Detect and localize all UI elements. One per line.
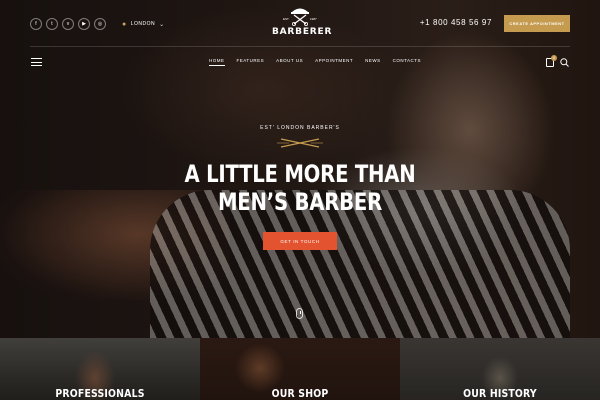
barber-logo-icon: EST 1987 xyxy=(283,8,317,26)
card-our-shop[interactable]: OUR SHOP xyxy=(200,338,400,400)
shopping-bag-icon[interactable]: 0 xyxy=(546,55,557,67)
phone-number[interactable]: +1 800 458 56 97 xyxy=(420,18,492,27)
social-links: f t v ▶ ◎ xyxy=(30,18,106,30)
get-in-touch-button[interactable]: GET IN TOUCH xyxy=(263,232,337,250)
feature-cards: PROFESSIONALS OUR SHOP OUR HISTORY xyxy=(0,338,600,400)
card-title: OUR HISTORY xyxy=(463,387,537,400)
hero-headline: A LITTLE MORE THAN MEN’S BARBER xyxy=(54,160,546,216)
scroll-mouse-icon[interactable] xyxy=(296,308,303,319)
hero-eyebrow: EST' LONDON BARBER'S xyxy=(260,125,340,131)
nav-item-about-us[interactable]: ABOUT US xyxy=(276,58,303,66)
nav-item-features[interactable]: FEATURES xyxy=(237,58,265,66)
cart-count-badge: 0 xyxy=(551,55,557,61)
nav-item-home[interactable]: HOME xyxy=(209,58,225,66)
card-title: OUR SHOP xyxy=(271,387,329,400)
hamburger-menu-icon[interactable] xyxy=(31,58,42,66)
logo-small-left: EST xyxy=(283,17,289,21)
crossed-razor-icon xyxy=(277,138,323,148)
card-title: PROFESSIONALS xyxy=(55,387,145,400)
twitter-icon[interactable]: t xyxy=(46,18,58,30)
card-professionals[interactable]: PROFESSIONALS xyxy=(0,338,200,400)
youtube-icon[interactable]: ▶ xyxy=(78,18,90,30)
main-nav: HOME FEATURES ABOUT US APPOINTMENT NEWS … xyxy=(209,58,421,66)
instagram-icon[interactable]: ◎ xyxy=(94,18,106,30)
hero-headline-line-2: MEN’S BARBER xyxy=(217,188,383,216)
site-logo[interactable]: EST 1987 BARBERER xyxy=(272,6,333,37)
nav-item-news[interactable]: NEWS xyxy=(365,58,381,66)
hero-headline-line-1: A LITTLE MORE THAN xyxy=(184,160,416,188)
map-pin-icon: ● xyxy=(122,20,127,28)
card-our-history[interactable]: OUR HISTORY xyxy=(400,338,600,400)
location-selector[interactable]: ● LONDON ⌄ xyxy=(122,21,165,28)
create-appointment-button[interactable]: CREATE APPOINTMENT xyxy=(504,15,570,32)
header-divider xyxy=(30,46,570,47)
logo-small-right: 1987 xyxy=(310,17,317,21)
search-icon[interactable] xyxy=(560,58,569,67)
facebook-icon[interactable]: f xyxy=(30,18,42,30)
nav-item-contacts[interactable]: CONTACTS xyxy=(393,58,421,66)
nav-item-appointment[interactable]: APPOINTMENT xyxy=(315,58,353,66)
chevron-down-icon: ⌄ xyxy=(159,21,165,28)
location-label: LONDON xyxy=(130,21,156,27)
vimeo-icon[interactable]: v xyxy=(62,18,74,30)
logo-text: BARBERER xyxy=(272,27,333,37)
